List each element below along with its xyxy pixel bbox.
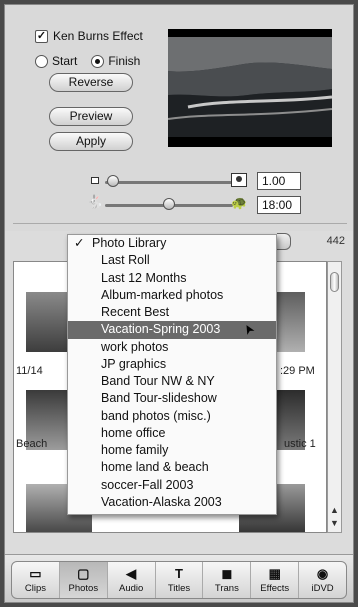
- grid-scrollbar[interactable]: ▲ ▼: [327, 261, 342, 533]
- album-menu-item-label: Last Roll: [101, 253, 150, 268]
- photos-pane: ✓ Ken Burns Effect Start Finish Reverse …: [4, 4, 354, 603]
- toolbar-button-label: iDVD: [311, 582, 334, 594]
- album-menu-item-label: Album-marked photos: [101, 287, 224, 302]
- album-popup-menu: ✓ Photo Library Last Roll Last 12 Months Alb…: [67, 234, 277, 515]
- pane-button-bar: ▭ Clips ▢ Photos ◀ Audio T Titles ◼ Trans ▦ Effects…: [11, 561, 347, 599]
- album-menu-item-label: Vacation-Alaska 2003: [101, 494, 222, 509]
- checkmark-icon: ✓: [74, 236, 85, 250]
- toolbar-button-label: Effects: [260, 582, 290, 594]
- album-menu-item[interactable]: soccer-Fall 2003: [68, 477, 276, 494]
- audio-icon: ◀: [126, 565, 137, 581]
- album-menu-item[interactable]: Last Roll: [68, 252, 276, 269]
- toolbar-button-titles[interactable]: T Titles: [156, 562, 204, 598]
- album-menu-item-label: Recent Best: [101, 305, 170, 319]
- album-menu-item[interactable]: JP graphics: [68, 356, 276, 373]
- toolbar-button-photos[interactable]: ▢ Photos: [59, 562, 108, 598]
- start-finish-radios: Start Finish: [35, 54, 140, 68]
- toolbar-button-clips[interactable]: ▭ Clips: [12, 562, 60, 598]
- album-menu-item[interactable]: home land & beach: [68, 459, 276, 476]
- idvd-icon: ◉: [316, 565, 329, 581]
- toolbar-button-label: Photos: [68, 582, 99, 594]
- album-menu-item[interactable]: work photos: [68, 339, 276, 356]
- scroll-up-arrow[interactable]: ▲: [329, 505, 340, 515]
- album-menu-item-label: work photos: [101, 339, 169, 354]
- toolbar-button-audio[interactable]: ◀ Audio: [108, 562, 156, 598]
- rabbit-icon: 🐇: [87, 194, 104, 209]
- album-popup-arrow[interactable]: [277, 233, 291, 250]
- scroll-down-arrow[interactable]: ▼: [329, 518, 340, 528]
- duration-value-field[interactable]: 18:00: [257, 196, 301, 214]
- trans-icon: ◼: [221, 565, 233, 581]
- mouse-pointer-icon: ➤: [239, 321, 258, 339]
- zoom-value-field[interactable]: 1.00: [257, 172, 301, 190]
- album-menu-item[interactable]: Recent Best: [68, 304, 276, 321]
- scrollbar-thumb[interactable]: [330, 272, 339, 292]
- album-menu-item[interactable]: Last 12 Months: [68, 270, 276, 287]
- album-menu-item-label: Last 12 Months: [101, 270, 187, 285]
- photo-caption: Beach: [16, 438, 48, 450]
- album-menu-item-label: soccer-Fall 2003: [101, 477, 194, 492]
- reverse-button[interactable]: Reverse: [49, 73, 133, 92]
- clips-icon: ▭: [29, 565, 42, 581]
- finish-radio[interactable]: [91, 54, 105, 68]
- ken-burns-checkbox[interactable]: ✓: [35, 29, 48, 43]
- album-menu-item-label: JP graphics: [101, 356, 167, 371]
- duration-slider[interactable]: [105, 198, 233, 210]
- album-menu-item[interactable]: Band Tour-slideshow: [68, 390, 276, 407]
- finish-label: Finish: [108, 54, 141, 68]
- pane-toolbar: ▭ Clips ▢ Photos ◀ Audio T Titles ◼ Trans ▦ Effects…: [5, 554, 353, 602]
- zoom-small-icon: [91, 177, 99, 184]
- album-menu-item-label: Band Tour-slideshow: [101, 391, 217, 406]
- toolbar-button-label: Titles: [167, 582, 191, 594]
- album-menu-item[interactable]: Band Tour NW & NY: [68, 373, 276, 390]
- start-radio[interactable]: [35, 54, 48, 68]
- zoom-large-icon: [231, 173, 247, 187]
- toolbar-button-effects[interactable]: ▦ Effects: [251, 562, 300, 598]
- zoom-slider[interactable]: [105, 175, 233, 187]
- album-menu-item-label: home office: [101, 425, 166, 440]
- ken-burns-checkbox-row[interactable]: ✓ Ken Burns Effect: [35, 29, 143, 43]
- album-menu-item-label: home family: [101, 443, 169, 457]
- toolbar-button-label: Trans: [214, 582, 239, 594]
- album-menu-item[interactable]: Vacation-Spring 2003 ➤: [68, 321, 276, 339]
- photo-caption: 11/14: [16, 365, 43, 377]
- toolbar-button-trans[interactable]: ◼ Trans: [203, 562, 252, 598]
- preview-button[interactable]: Preview: [49, 107, 133, 126]
- zoom-slider-knob[interactable]: [107, 175, 119, 187]
- titles-icon: T: [175, 565, 183, 581]
- toolbar-button-label: Audio: [118, 582, 144, 594]
- preview-image: [168, 29, 332, 147]
- album-menu-item[interactable]: ✓ Photo Library: [68, 235, 276, 252]
- album-menu-item[interactable]: band photos (misc.): [68, 408, 276, 425]
- album-menu-item-label: band photos (misc.): [101, 408, 211, 423]
- album-menu-item-label: home land & beach: [101, 460, 209, 475]
- album-menu-item-label: Photo Library: [92, 236, 167, 250]
- photo-caption: ustic 1: [284, 438, 316, 450]
- toolbar-button-label: Clips: [24, 582, 46, 594]
- album-menu-item-label: Band Tour NW & NY: [101, 374, 215, 388]
- toolbar-button-idvd[interactable]: ◉ iDVD: [299, 562, 346, 598]
- album-menu-item[interactable]: Vacation-Alaska 2003: [68, 494, 276, 511]
- turtle-icon: 🐢: [231, 195, 248, 210]
- duration-slider-knob[interactable]: [163, 198, 175, 210]
- ken-burns-label: Ken Burns Effect: [53, 29, 143, 43]
- start-label: Start: [52, 54, 78, 68]
- album-menu-item[interactable]: Album-marked photos: [68, 287, 276, 304]
- panel-divider: [13, 223, 347, 224]
- apply-button[interactable]: Apply: [49, 132, 133, 151]
- album-menu-item-label: Vacation-Spring 2003: [101, 322, 221, 337]
- photo-count: 442: [326, 235, 345, 247]
- ken-burns-panel: ✓ Ken Burns Effect Start Finish Reverse …: [5, 5, 353, 231]
- album-menu-item[interactable]: home office: [68, 425, 276, 442]
- effects-icon: ▦: [268, 565, 281, 581]
- album-menu-item[interactable]: home family: [68, 442, 276, 459]
- photo-caption: :29 PM: [280, 365, 315, 377]
- photos-icon: ▢: [77, 565, 90, 581]
